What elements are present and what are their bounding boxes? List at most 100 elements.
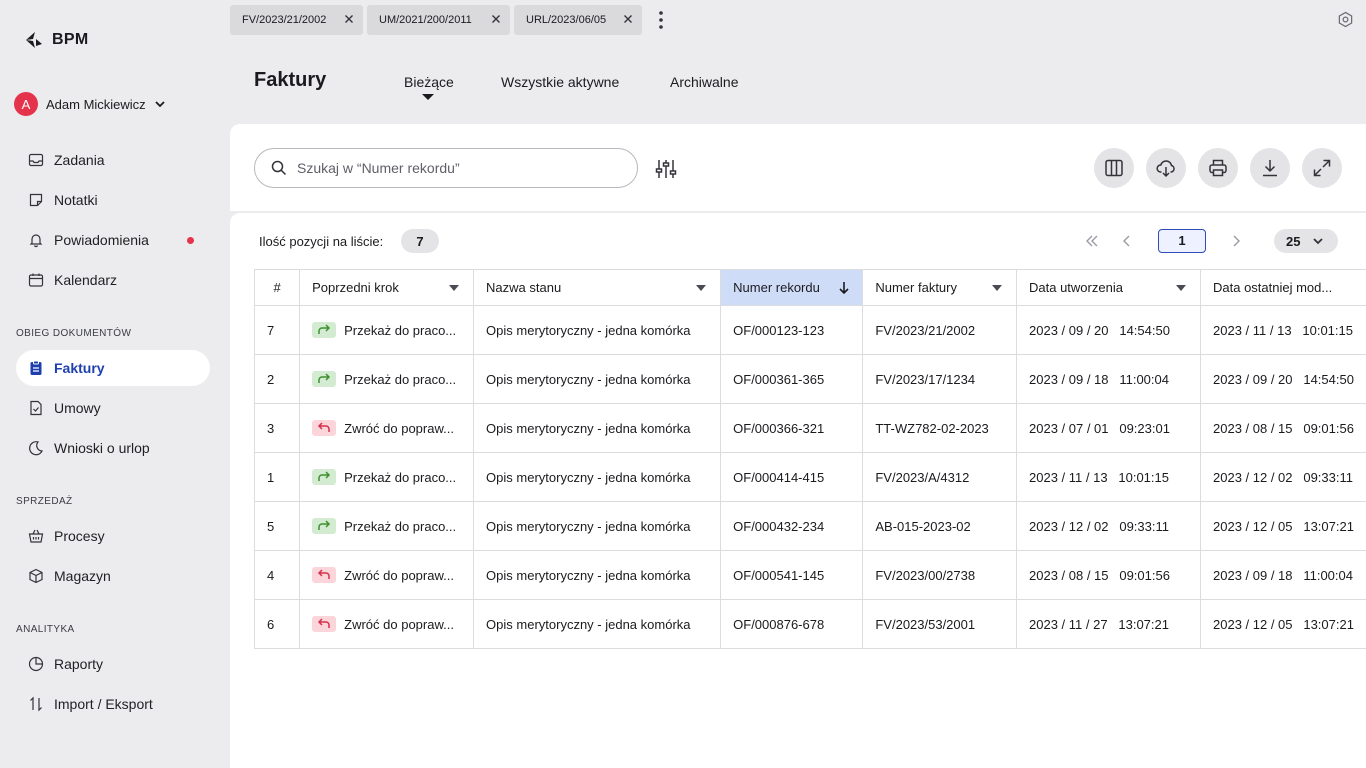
column-header-invoice-number[interactable]: Numer faktury (862, 269, 1017, 306)
sort-descending-icon[interactable] (838, 281, 850, 295)
table-row[interactable]: 4 Zwróć do popraw... Opis merytoryczny - j… (253, 550, 1366, 600)
tab-biezace[interactable]: Bieżące (404, 74, 454, 90)
calendar-icon (28, 273, 44, 287)
column-header-record-number[interactable]: Numer rekordu (720, 269, 864, 306)
search-box[interactable] (254, 148, 638, 188)
tab-archiwalne[interactable]: Archiwalne (670, 74, 738, 90)
column-header-created-date[interactable]: Data utworzenia (1016, 269, 1201, 306)
cell-modified-date: 2023 / 11 / 13 10:01:15 (1200, 305, 1366, 355)
cell-created-date: 2023 / 07 / 01 09:23:01 (1016, 403, 1201, 453)
cell-created-date: 2023 / 09 / 20 14:54:50 (1016, 305, 1201, 355)
cell-created-date: 2023 / 11 / 27 13:07:21 (1016, 599, 1201, 649)
filter-sliders-icon[interactable] (654, 158, 678, 180)
cloud-download-button[interactable] (1146, 148, 1186, 188)
logo[interactable]: BPM (24, 30, 88, 50)
list-panel: Ilość pozycji na liście: 7 1 25 # Poprze… (230, 213, 1366, 768)
page-size-select[interactable]: 25 (1274, 229, 1338, 253)
column-menu-caret-icon[interactable] (696, 285, 707, 291)
print-button[interactable] (1198, 148, 1238, 188)
cell-invoice-number: FV/2023/17/1234 (862, 354, 1017, 404)
return-arrow-icon (318, 422, 330, 432)
cell-record-number: OF/000366-321 (720, 403, 864, 453)
close-icon[interactable] (343, 13, 355, 25)
sidebar-item-label: Raporty (54, 656, 104, 672)
page-number-input[interactable]: 1 (1158, 229, 1206, 253)
column-menu-caret-icon[interactable] (1176, 285, 1186, 291)
invoices-table: # Poprzedni krok Nazwa stanu Numer rekor… (253, 269, 1366, 649)
doc-tab[interactable]: URL/2023/06/05 (514, 5, 642, 35)
next-page-icon[interactable] (1229, 234, 1243, 248)
toolbar-panel (230, 124, 1366, 211)
column-header-state-name[interactable]: Nazwa stanu (473, 269, 722, 306)
sidebar-item-powiadomienia[interactable]: Powiadomienia (16, 222, 210, 258)
page-size-value: 25 (1286, 233, 1301, 249)
notification-dot (187, 237, 194, 244)
columns-icon (1105, 159, 1123, 177)
count-badge: 7 (401, 229, 439, 253)
sidebar-item-label: Kalendarz (54, 272, 118, 288)
sidebar-item-raporty[interactable]: Raporty (16, 646, 210, 682)
sidebar-item-procesy[interactable]: Procesy (16, 518, 210, 554)
sidebar-item-notatki[interactable]: Notatki (16, 182, 210, 218)
note-icon (29, 193, 43, 207)
sidebar-item-label: Import / Eksport (54, 696, 153, 712)
page-title: Faktury (254, 69, 327, 91)
forward-step-badge (312, 322, 337, 338)
table-row[interactable]: 6 Zwróć do popraw... Opis merytoryczny - j… (253, 599, 1366, 649)
cell-state-name: Opis merytoryczny - jedna komórka (473, 501, 722, 551)
avatar: A (14, 92, 38, 116)
columns-button[interactable] (1094, 148, 1134, 188)
download-button[interactable] (1250, 148, 1290, 188)
doc-tab[interactable]: FV/2023/21/2002 (230, 5, 363, 35)
cell-invoice-number: FV/2023/21/2002 (862, 305, 1017, 355)
return-step-badge (312, 616, 337, 632)
close-icon[interactable] (490, 13, 502, 25)
sidebar-item-kalendarz[interactable]: Kalendarz (16, 262, 210, 298)
box-icon (29, 568, 43, 584)
forward-step-badge (312, 518, 337, 534)
sidebar-item-wnioski[interactable]: Wnioski o urlop (16, 430, 210, 466)
table-row[interactable]: 2 Przekaż do praco... Opis merytoryczny - … (253, 354, 1366, 404)
close-icon[interactable] (622, 13, 634, 25)
cell-number: 2 (253, 354, 301, 404)
column-menu-caret-icon[interactable] (449, 285, 460, 291)
cell-record-number: OF/000541-145 (720, 550, 864, 600)
cell-state-name: Opis merytoryczny - jedna komórka (473, 403, 722, 453)
section-label: ANALITYKA (16, 624, 75, 635)
cell-modified-date: 2023 / 12 / 05 13:07:21 (1200, 501, 1366, 551)
column-header-previous-step[interactable]: Poprzedni krok (299, 269, 475, 306)
table-row[interactable]: 7 Przekaż do praco... Opis merytoryczny - … (253, 305, 1366, 355)
bpm-logo-icon (26, 32, 42, 48)
doc-tab-label: URL/2023/06/05 (526, 14, 607, 26)
sidebar-item-zadania[interactable]: Zadania (16, 142, 210, 178)
column-menu-caret-icon[interactable] (992, 285, 1002, 291)
sidebar-item-import-eksport[interactable]: Import / Eksport (16, 686, 210, 722)
sidebar-item-faktury[interactable]: Faktury (16, 350, 210, 386)
cell-record-number: OF/000876-678 (720, 599, 864, 649)
table-row[interactable]: 1 Przekaż do praco... Opis merytoryczny - … (253, 452, 1366, 502)
cell-record-number: OF/000432-234 (720, 501, 864, 551)
cell-state-name: Opis merytoryczny - jedna komórka (473, 452, 722, 502)
table-row[interactable]: 3 Zwróć do popraw... Opis merytoryczny - j… (253, 403, 1366, 453)
cell-invoice-number: AB-015-2023-02 (862, 501, 1017, 551)
expand-button[interactable] (1302, 148, 1342, 188)
sidebar-item-label: Faktury (54, 360, 105, 376)
first-page-icon[interactable] (1085, 234, 1099, 248)
sidebar-item-label: Wnioski o urlop (54, 440, 150, 456)
sidebar-item-magazyn[interactable]: Magazyn (16, 558, 210, 594)
cell-previous-step: Zwróć do popraw... (299, 599, 475, 649)
column-header-number[interactable]: # (253, 269, 301, 306)
download-icon (1263, 160, 1277, 177)
user-menu[interactable]: A Adam Mickiewicz (14, 92, 166, 116)
gear-icon[interactable] (1337, 11, 1354, 28)
cell-previous-step: Przekaż do praco... (299, 501, 475, 551)
search-input[interactable] (297, 160, 617, 176)
tab-wszystkie-aktywne[interactable]: Wszystkie aktywne (501, 74, 619, 90)
column-header-modified-date[interactable]: Data ostatniej mod... (1200, 269, 1366, 306)
table-row[interactable]: 5 Przekaż do praco... Opis merytoryczny - … (253, 501, 1366, 551)
prev-page-icon[interactable] (1120, 234, 1134, 248)
more-vertical-icon[interactable] (653, 10, 669, 30)
forward-arrow-icon (318, 520, 331, 530)
doc-tab[interactable]: UM/2021/200/2011 (367, 5, 510, 35)
sidebar-item-umowy[interactable]: Umowy (16, 390, 210, 426)
